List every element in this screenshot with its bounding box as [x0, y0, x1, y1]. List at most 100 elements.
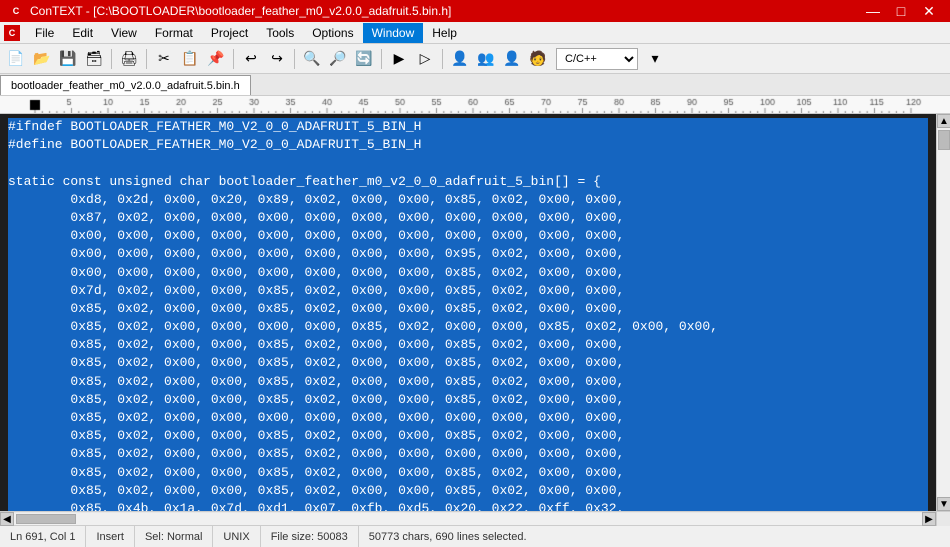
menu-window[interactable]: Window: [363, 23, 424, 43]
scroll-right-arrow[interactable]: ▶: [922, 512, 936, 526]
title-bar-left: C ConTEXT - [C:\BOOTLOADER\bootloader_fe…: [8, 3, 451, 19]
code-line: 0x00, 0x00, 0x00, 0x00, 0x00, 0x00, 0x00…: [8, 264, 928, 282]
code-line: 0x85, 0x4b, 0x1a, 0x7d, 0xd1, 0x07, 0xfb…: [8, 500, 928, 511]
replace-button[interactable]: 🔄: [352, 47, 376, 71]
editor-container: #ifndef BOOTLOADER_FEATHER_M0_V2_0_0_ADA…: [0, 114, 950, 511]
scroll-down-arrow[interactable]: ▼: [937, 497, 950, 511]
save-button[interactable]: 💾: [56, 47, 80, 71]
code-line: 0x00, 0x00, 0x00, 0x00, 0x00, 0x00, 0x00…: [8, 245, 928, 263]
menu-project[interactable]: Project: [202, 23, 257, 43]
toolbar-sep-2: [146, 49, 147, 69]
code-line: #define BOOTLOADER_FEATHER_M0_V2_0_0_ADA…: [8, 136, 928, 154]
user4-button[interactable]: 🧑: [526, 47, 550, 71]
tab-label: bootloader_feather_m0_v2.0.0_adafruit.5.…: [11, 80, 240, 92]
maximize-button[interactable]: □: [888, 1, 914, 21]
code-line: 0x85, 0x02, 0x00, 0x00, 0x85, 0x02, 0x00…: [8, 464, 928, 482]
toolbar-sep-1: [111, 49, 112, 69]
open-button[interactable]: 📂: [30, 47, 54, 71]
code-line: 0x85, 0x02, 0x00, 0x00, 0x85, 0x02, 0x00…: [8, 300, 928, 318]
user3-button[interactable]: 👤: [500, 47, 524, 71]
code-line: static const unsigned char bootloader_fe…: [8, 173, 928, 191]
scroll-corner: [936, 512, 950, 526]
cut-button[interactable]: ✂: [152, 47, 176, 71]
menu-format[interactable]: Format: [146, 23, 202, 43]
run2-button[interactable]: ▷: [413, 47, 437, 71]
user2-button[interactable]: 👥: [474, 47, 498, 71]
menu-help[interactable]: Help: [423, 23, 466, 43]
title-bar: C ConTEXT - [C:\BOOTLOADER\bootloader_fe…: [0, 0, 950, 22]
code-line: 0x85, 0x02, 0x00, 0x00, 0x00, 0x00, 0x85…: [8, 318, 928, 336]
menu-edit[interactable]: Edit: [63, 23, 102, 43]
menu-tools[interactable]: Tools: [257, 23, 303, 43]
menu-bar: C File Edit View Format Project Tools Op…: [0, 22, 950, 44]
code-line: 0x85, 0x02, 0x00, 0x00, 0x85, 0x02, 0x00…: [8, 354, 928, 372]
scroll-track[interactable]: [937, 128, 950, 497]
horizontal-scrollbar[interactable]: ◀ ▶: [0, 512, 936, 525]
status-eol: UNIX: [213, 526, 260, 547]
status-bar: Ln 691, Col 1 Insert Sel: Normal UNIX Fi…: [0, 525, 950, 547]
close-button[interactable]: ✕: [916, 1, 942, 21]
status-filesize: File size: 50083: [261, 526, 359, 547]
run-button[interactable]: ▶: [387, 47, 411, 71]
code-line: 0x85, 0x02, 0x00, 0x00, 0x85, 0x02, 0x00…: [8, 391, 928, 409]
vertical-scrollbar[interactable]: ▲ ▼: [936, 114, 950, 511]
editor[interactable]: #ifndef BOOTLOADER_FEATHER_M0_V2_0_0_ADA…: [0, 114, 936, 511]
code-line: 0x85, 0x02, 0x00, 0x00, 0x85, 0x02, 0x00…: [8, 336, 928, 354]
scroll-up-arrow[interactable]: ▲: [937, 114, 950, 128]
code-line: #ifndef BOOTLOADER_FEATHER_M0_V2_0_0_ADA…: [8, 118, 928, 136]
toolbar: 📄 📂 💾 🗃 🖨 ✂ 📋 📌 ↩ ↪ 🔍 🔎 🔄 ▶ ▷ 👤 👥 👤 🧑 C/…: [0, 44, 950, 74]
toolbar-sep-4: [294, 49, 295, 69]
toolbar-sep-3: [233, 49, 234, 69]
toolbar-sep-6: [442, 49, 443, 69]
tab-bar: bootloader_feather_m0_v2.0.0_adafruit.5.…: [0, 74, 950, 96]
language-selector[interactable]: C/C++ Plain Text JavaScript Python: [556, 48, 638, 70]
undo-button[interactable]: ↩: [239, 47, 263, 71]
find-next-button[interactable]: 🔎: [326, 47, 350, 71]
editor-tab[interactable]: bootloader_feather_m0_v2.0.0_adafruit.5.…: [0, 75, 251, 95]
menu-file[interactable]: File: [26, 23, 63, 43]
new-button[interactable]: 📄: [4, 47, 28, 71]
copy-button[interactable]: 📋: [178, 47, 202, 71]
save-all-button[interactable]: 🗃: [82, 47, 106, 71]
h-scroll-thumb[interactable]: [16, 514, 76, 524]
scroll-left-arrow[interactable]: ◀: [0, 512, 14, 526]
paste-button[interactable]: 📌: [204, 47, 228, 71]
redo-button[interactable]: ↪: [265, 47, 289, 71]
menu-app-icon: C: [4, 25, 20, 41]
print-button[interactable]: 🖨: [117, 47, 141, 71]
ruler-canvas: [0, 96, 950, 114]
code-line: 0x00, 0x00, 0x00, 0x00, 0x00, 0x00, 0x00…: [8, 227, 928, 245]
lang-dropdown-button[interactable]: ▾: [640, 47, 670, 71]
sel-text: Sel: Normal: [145, 531, 202, 543]
code-line: [8, 154, 928, 172]
scroll-thumb[interactable]: [938, 130, 950, 150]
menu-view[interactable]: View: [102, 23, 146, 43]
mode-text: Insert: [96, 531, 124, 543]
code-line: 0x85, 0x02, 0x00, 0x00, 0x85, 0x02, 0x00…: [8, 445, 928, 463]
find-button[interactable]: 🔍: [300, 47, 324, 71]
ruler: [0, 96, 950, 114]
status-position: Ln 691, Col 1: [0, 526, 86, 547]
menu-options[interactable]: Options: [303, 23, 362, 43]
code-line: 0x85, 0x02, 0x00, 0x00, 0x85, 0x02, 0x00…: [8, 427, 928, 445]
code-line: 0x87, 0x02, 0x00, 0x00, 0x00, 0x00, 0x00…: [8, 209, 928, 227]
toolbar-sep-5: [381, 49, 382, 69]
horizontal-scrollbar-container: ◀ ▶: [0, 511, 950, 525]
status-mode: Insert: [86, 526, 135, 547]
minimize-button[interactable]: —: [860, 1, 886, 21]
status-sel: Sel: Normal: [135, 526, 213, 547]
filesize-text: File size: 50083: [271, 531, 348, 543]
status-chars: 50773 chars, 690 lines selected.: [359, 526, 950, 547]
code-line: 0xd8, 0x2d, 0x00, 0x20, 0x89, 0x02, 0x00…: [8, 191, 928, 209]
chars-text: 50773 chars, 690 lines selected.: [369, 531, 527, 543]
h-scroll-track[interactable]: [14, 513, 922, 525]
title-bar-controls: — □ ✕: [860, 1, 942, 21]
user1-button[interactable]: 👤: [448, 47, 472, 71]
code-line: 0x85, 0x02, 0x00, 0x00, 0x00, 0x00, 0x00…: [8, 409, 928, 427]
code-line: 0x7d, 0x02, 0x00, 0x00, 0x85, 0x02, 0x00…: [8, 282, 928, 300]
app-icon: C: [8, 3, 24, 19]
code-line: 0x85, 0x02, 0x00, 0x00, 0x85, 0x02, 0x00…: [8, 482, 928, 500]
position-text: Ln 691, Col 1: [10, 531, 75, 543]
eol-text: UNIX: [223, 531, 249, 543]
code-line: 0x85, 0x02, 0x00, 0x00, 0x85, 0x02, 0x00…: [8, 373, 928, 391]
